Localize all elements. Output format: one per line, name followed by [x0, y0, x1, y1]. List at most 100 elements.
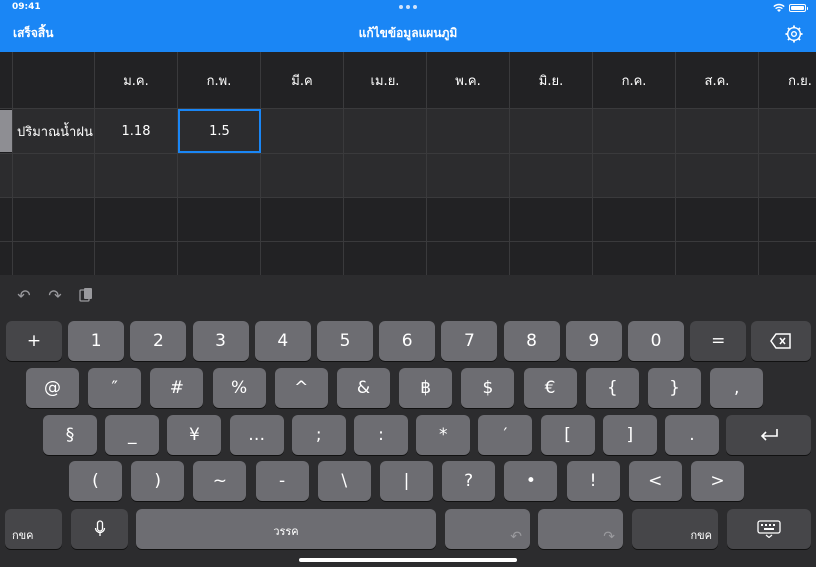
key-\[interactable]: \	[317, 461, 371, 501]
key--[interactable]: -	[255, 461, 309, 501]
keyboard-hide-icon	[757, 520, 781, 538]
corner-cell	[0, 52, 13, 108]
key-•[interactable]: •	[504, 461, 558, 501]
battery-icon	[789, 4, 808, 12]
data-cell[interactable]	[344, 109, 427, 153]
header-row: ม.ค. ก.พ. มี.ค เม.ย. พ.ค. มิ.ย. ก.ค. ส.ค…	[0, 52, 816, 109]
key-.[interactable]: .	[665, 415, 719, 455]
data-cell[interactable]: 1.18	[95, 109, 178, 153]
month-header[interactable]: เม.ย.	[344, 52, 427, 108]
key-…[interactable]: …	[229, 415, 284, 455]
month-header[interactable]: ม.ค.	[95, 52, 178, 108]
key-|[interactable]: |	[380, 461, 433, 501]
page-title: แก้ไขข้อมูลแผนภูมิ	[358, 26, 458, 40]
month-header[interactable]: ก.ย.	[759, 52, 816, 108]
key-6[interactable]: 6	[379, 321, 436, 361]
key-^[interactable]: ^	[274, 368, 328, 408]
wifi-icon	[773, 3, 785, 12]
key-4[interactable]: 4	[254, 321, 311, 361]
key-§[interactable]: §	[43, 415, 97, 455]
key-}[interactable]: }	[648, 368, 701, 408]
key-$[interactable]: $	[461, 368, 515, 408]
key-7[interactable]: 7	[441, 321, 498, 361]
delete-key[interactable]	[751, 321, 811, 361]
month-header[interactable]: ก.ค.	[593, 52, 676, 108]
status-time: 09:41	[12, 2, 41, 12]
key-8[interactable]: 8	[503, 321, 560, 361]
key-11[interactable]: =	[690, 321, 747, 361]
month-header[interactable]: ก.พ.	[178, 52, 261, 108]
key-~[interactable]: ~	[193, 461, 247, 501]
table-row	[0, 154, 816, 198]
key->[interactable]: >	[691, 461, 744, 501]
undo-key[interactable]: ↶	[445, 509, 530, 549]
multitasking-dots[interactable]	[399, 5, 417, 9]
key-;[interactable]: ;	[291, 415, 346, 455]
key-¥[interactable]: ¥	[167, 415, 222, 455]
key-%[interactable]: %	[212, 368, 266, 408]
space-key[interactable]: วรรค	[136, 509, 436, 549]
table-row: ปริมาณน้ำฝน 1.18 1.5	[0, 109, 816, 154]
key-&[interactable]: &	[337, 368, 390, 408]
corner-cell	[13, 52, 95, 108]
key-*[interactable]: *	[416, 415, 471, 455]
month-header[interactable]: ส.ค.	[676, 52, 759, 108]
key-2[interactable]: 2	[130, 321, 187, 361]
undo-icon: ↶	[510, 529, 522, 545]
done-button[interactable]: เสร็จสิ้น	[13, 24, 53, 43]
chart-data-grid: ม.ค. ก.พ. มี.ค เม.ย. พ.ค. มิ.ย. ก.ค. ส.ค…	[0, 52, 816, 275]
key-{[interactable]: {	[585, 368, 639, 408]
data-cell-selected[interactable]: 1.5	[178, 109, 261, 153]
key-€[interactable]: €	[523, 368, 577, 408]
data-cell[interactable]	[261, 109, 344, 153]
redo-icon: ↷	[603, 529, 615, 545]
paste-icon[interactable]	[76, 285, 96, 305]
undo-icon[interactable]: ↶	[14, 285, 34, 305]
data-cell[interactable]	[759, 109, 816, 153]
key-′[interactable]: ′	[478, 415, 533, 455]
key-[[interactable]: [	[540, 415, 595, 455]
key-1[interactable]: 1	[68, 321, 125, 361]
key-,[interactable]: ,	[710, 368, 764, 408]
redo-icon[interactable]: ↷	[45, 285, 65, 305]
table-row	[0, 242, 816, 275]
key-฿[interactable]: ฿	[399, 368, 453, 408]
key-10[interactable]: 0	[628, 321, 684, 361]
key-:[interactable]: :	[354, 415, 408, 455]
month-header[interactable]: พ.ค.	[427, 52, 510, 108]
backspace-icon	[770, 333, 791, 349]
month-header[interactable]: มี.ค	[261, 52, 344, 108]
key-#[interactable]: #	[150, 368, 204, 408]
hide-keyboard-key[interactable]	[727, 509, 811, 549]
language-key-right[interactable]: กขค	[632, 509, 718, 549]
home-indicator[interactable]	[299, 558, 517, 562]
gear-icon[interactable]	[785, 25, 803, 43]
key-)[interactable]: )	[131, 461, 185, 501]
key-][interactable]: ]	[602, 415, 657, 455]
key-0[interactable]: +	[6, 321, 62, 361]
month-header[interactable]: มิ.ย.	[510, 52, 593, 108]
row-handle[interactable]	[0, 109, 13, 153]
key-3[interactable]: 3	[192, 321, 249, 361]
return-icon	[760, 429, 778, 441]
key-5[interactable]: 5	[317, 321, 373, 361]
key-″[interactable]: ″	[88, 368, 142, 408]
key-?[interactable]: ?	[442, 461, 496, 501]
key-<[interactable]: <	[628, 461, 682, 501]
redo-key[interactable]: ↷	[538, 509, 623, 549]
key-9[interactable]: 9	[565, 321, 622, 361]
key-![interactable]: !	[566, 461, 620, 501]
data-cell[interactable]	[427, 109, 510, 153]
key-([interactable]: (	[69, 461, 122, 501]
microphone-icon	[94, 520, 105, 536]
table-row	[0, 198, 816, 242]
key-_[interactable]: _	[105, 415, 160, 455]
data-cell[interactable]	[676, 109, 759, 153]
key-@[interactable]: @	[26, 368, 79, 408]
data-cell[interactable]	[593, 109, 676, 153]
data-cell[interactable]	[510, 109, 593, 153]
return-key[interactable]	[726, 415, 811, 455]
dictation-key[interactable]	[71, 509, 128, 549]
row-label[interactable]: ปริมาณน้ำฝน	[13, 109, 95, 153]
language-key[interactable]: กขค	[5, 509, 62, 549]
